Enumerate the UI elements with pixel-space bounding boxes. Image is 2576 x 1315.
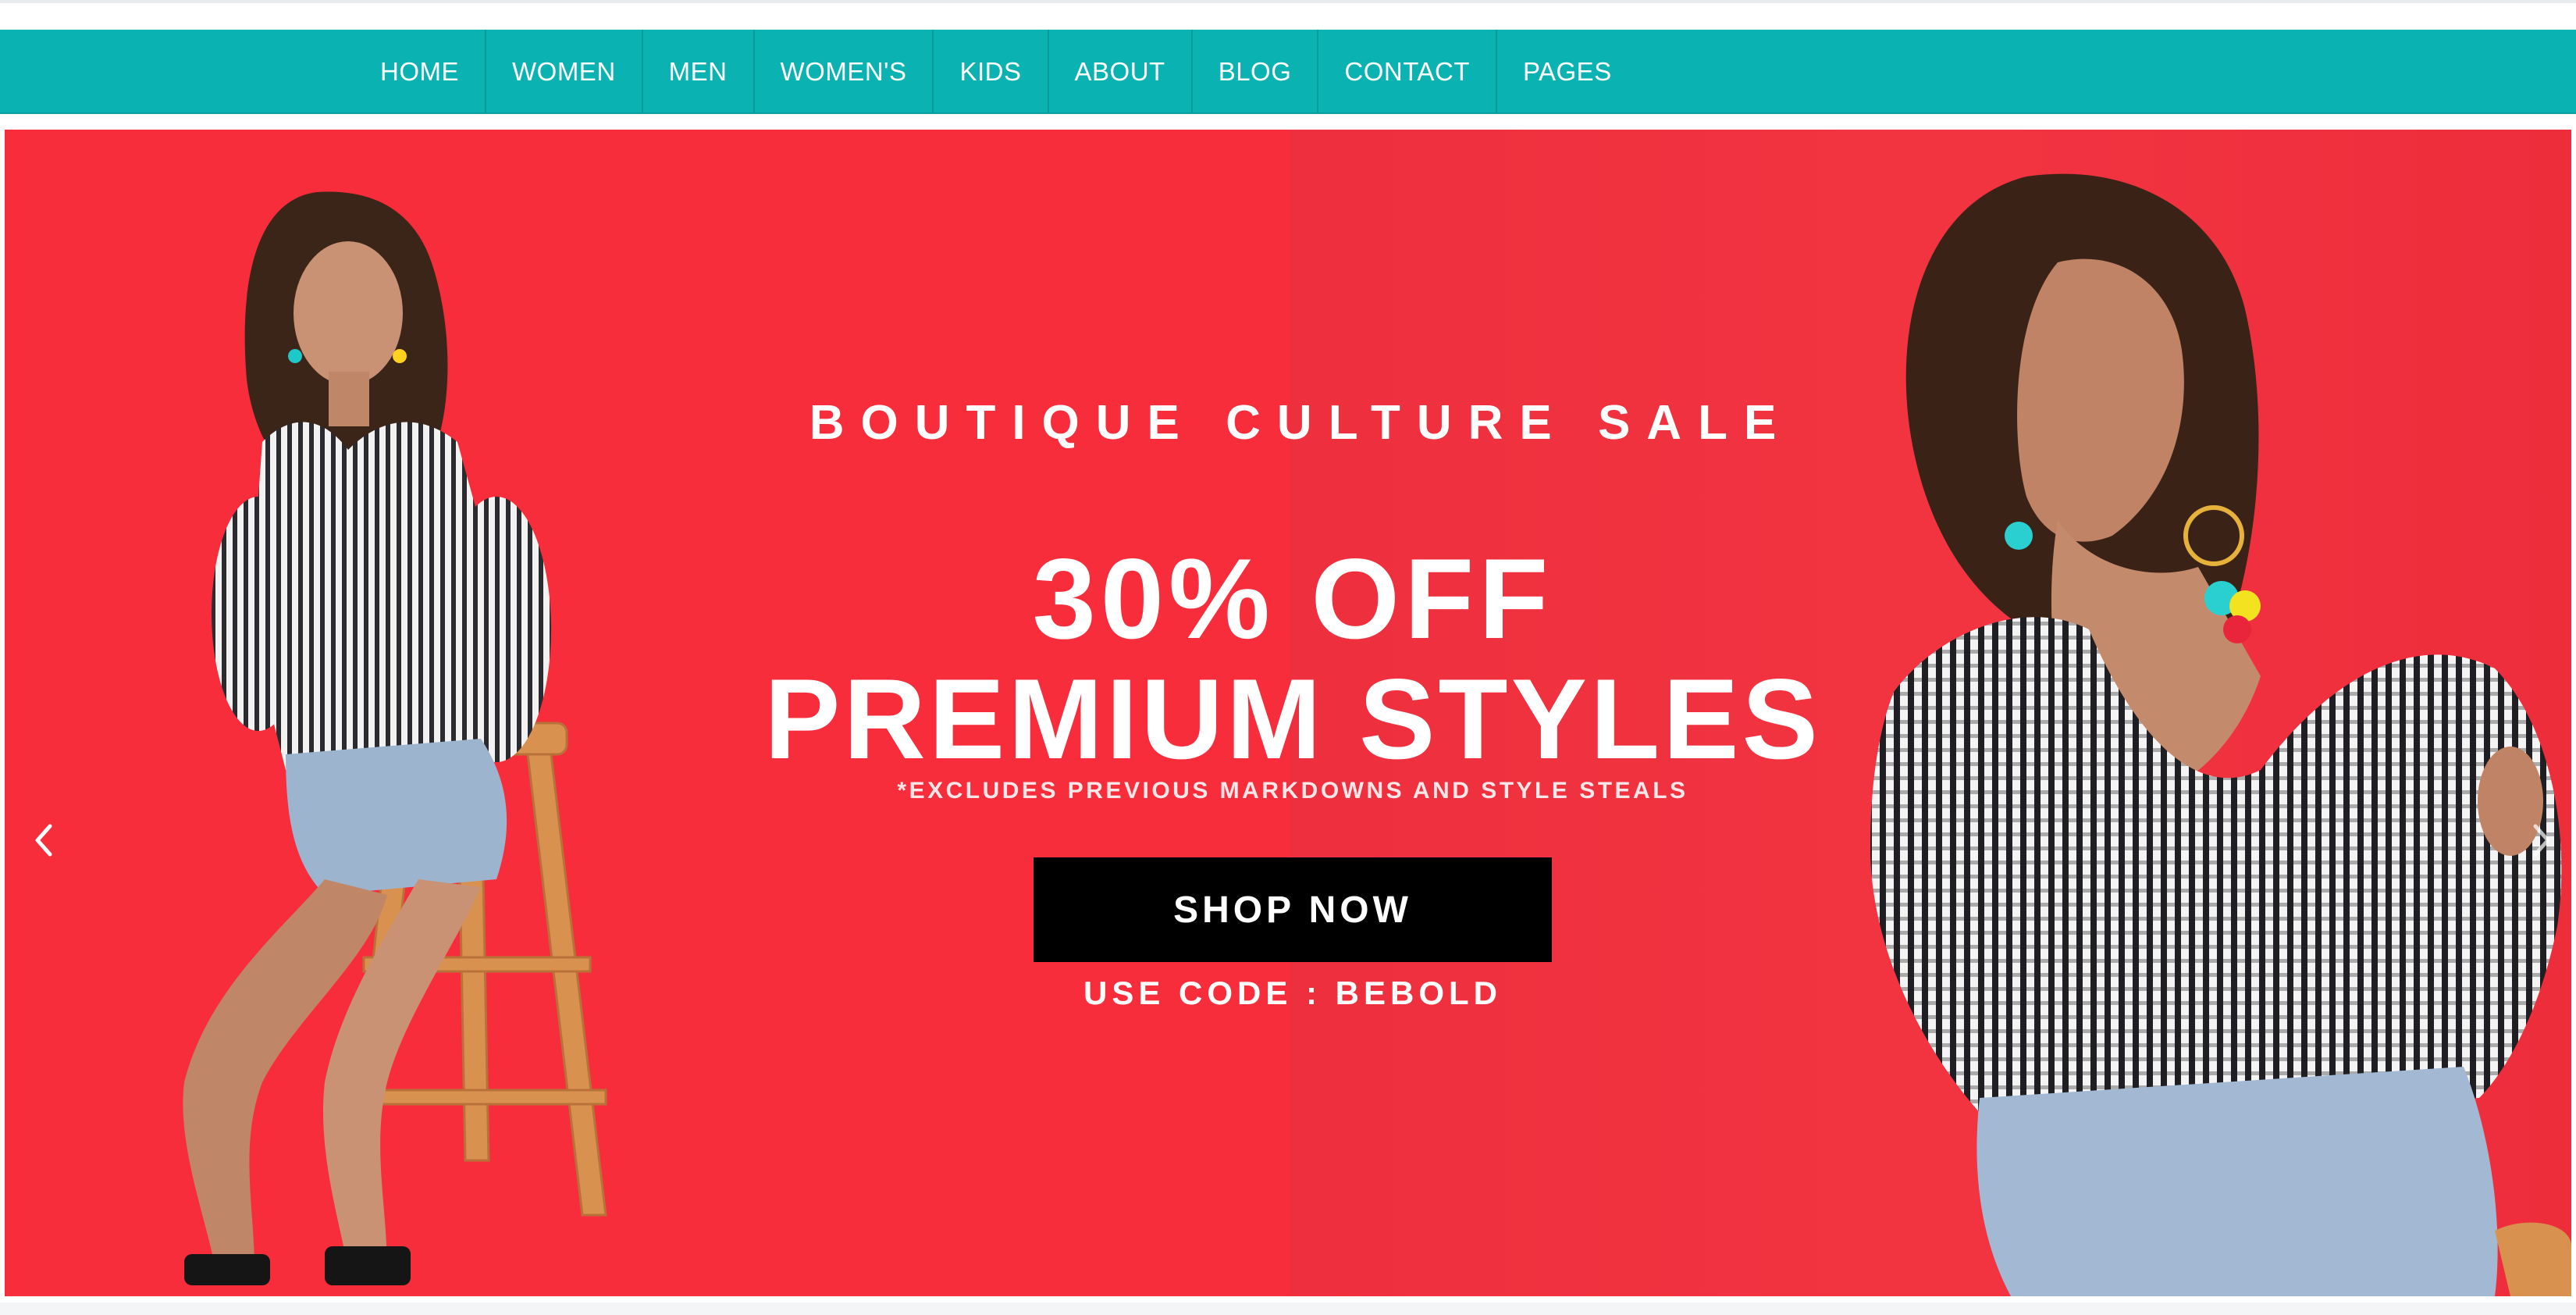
- nav-item-men[interactable]: MEN: [643, 30, 755, 114]
- nav-item-contact[interactable]: CONTACT: [1318, 30, 1497, 114]
- main-navbar: HOME WOMEN MEN WOMEN'S KIDS ABOUT BLOG C…: [0, 30, 2576, 114]
- nav-item-pages[interactable]: PAGES: [1497, 30, 1638, 114]
- promo-block: BOUTIQUE CULTURE SALE 30% OFF PREMIUM ST…: [754, 130, 1831, 1296]
- nav-item-women[interactable]: WOMEN: [486, 30, 643, 114]
- carousel-prev-button[interactable]: [28, 817, 59, 864]
- chevron-right-icon: [2533, 824, 2550, 857]
- nav-item-home[interactable]: HOME: [354, 30, 486, 114]
- promo-headline-styles: PREMIUM STYLES: [764, 655, 1821, 782]
- nav-item-womens[interactable]: WOMEN'S: [755, 30, 934, 114]
- chevron-left-icon: [35, 824, 52, 857]
- nav-item-kids[interactable]: KIDS: [934, 30, 1049, 114]
- shop-now-button[interactable]: SHOP NOW: [1034, 857, 1552, 962]
- bottom-strip: [0, 1303, 2576, 1315]
- promo-headline-discount: 30% OFF: [1032, 535, 1553, 662]
- nav-item-about[interactable]: ABOUT: [1049, 30, 1193, 114]
- nav-list: HOME WOMEN MEN WOMEN'S KIDS ABOUT BLOG C…: [354, 30, 1638, 114]
- model-image-right: [1823, 130, 2571, 1296]
- top-divider: [0, 0, 2576, 3]
- page: HOME WOMEN MEN WOMEN'S KIDS ABOUT BLOG C…: [0, 0, 2576, 1315]
- model-image-left: [91, 145, 684, 1296]
- promo-disclaimer: *EXCLUDES PREVIOUS MARKDOWNS AND STYLE S…: [897, 778, 1688, 804]
- hero-slider: BOUTIQUE CULTURE SALE 30% OFF PREMIUM ST…: [5, 130, 2571, 1296]
- promo-code: USE CODE : BEBOLD: [1083, 975, 1503, 1011]
- carousel-next-button[interactable]: [2526, 817, 2557, 864]
- nav-item-blog[interactable]: BLOG: [1193, 30, 1319, 114]
- promo-kicker: BOUTIQUE CULTURE SALE: [809, 396, 1793, 450]
